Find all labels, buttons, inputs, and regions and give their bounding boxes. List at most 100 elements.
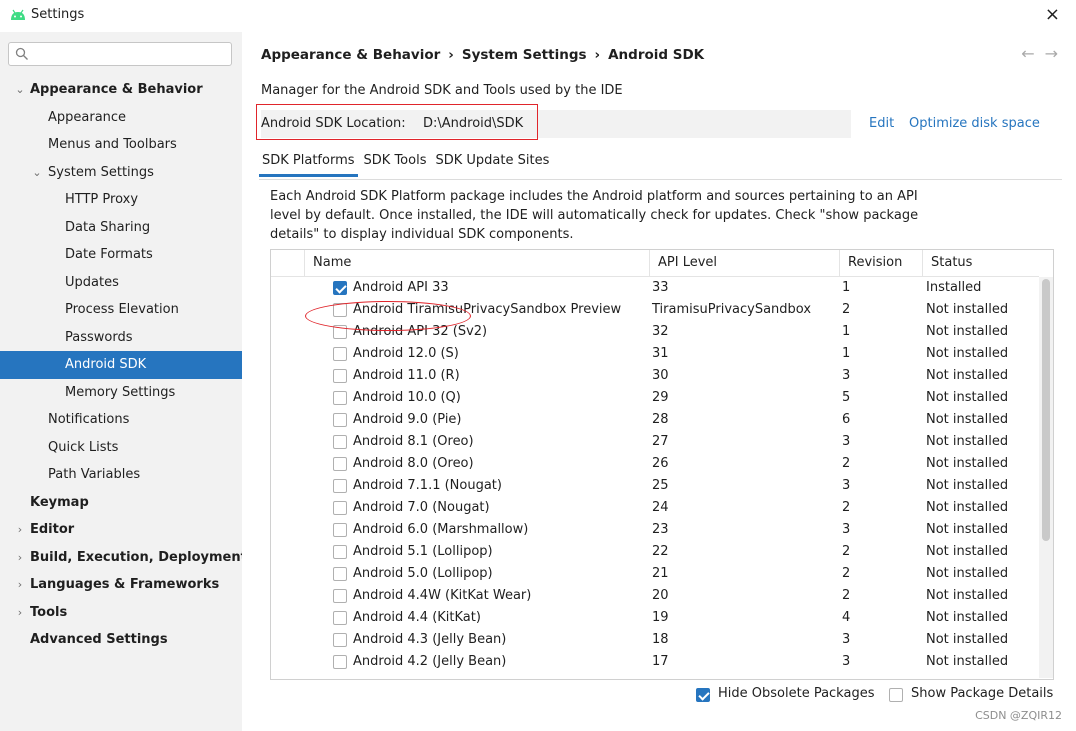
- chevron-right-icon[interactable]: ›: [14, 599, 26, 627]
- table-row[interactable]: Android 6.0 (Marshmallow) 23 3 Not installe…: [271, 519, 1039, 541]
- cell-api: 22: [652, 544, 669, 559]
- optimize-disk-space-link[interactable]: Optimize disk space: [909, 116, 1040, 131]
- sdk-tabs: SDK Platforms SDK Tools SDK Update Sites: [259, 150, 555, 178]
- sidebar-item-data-sharing[interactable]: Data Sharing: [0, 214, 242, 242]
- sidebar-item-editor[interactable]: › Editor: [0, 516, 242, 544]
- chevron-down-icon[interactable]: ⌄: [14, 76, 26, 104]
- cell-api: 33: [652, 280, 669, 295]
- cell-api: 32: [652, 324, 669, 339]
- cell-name: Android 5.1 (Lollipop): [353, 544, 493, 559]
- table-row[interactable]: Android 8.0 (Oreo) 26 2 Not installed: [271, 453, 1039, 475]
- package-checkbox[interactable]: [333, 655, 347, 669]
- sidebar-item-quick-lists[interactable]: Quick Lists: [0, 434, 242, 462]
- column-header-api-level[interactable]: API Level: [649, 250, 839, 276]
- sidebar-item-build-execution-deployment[interactable]: › Build, Execution, Deployment: [0, 544, 247, 572]
- edit-link[interactable]: Edit: [869, 116, 894, 131]
- table-row[interactable]: Android 8.1 (Oreo) 27 3 Not installed: [271, 431, 1039, 453]
- sidebar-item-label: Quick Lists: [48, 439, 119, 455]
- cell-name: Android 8.0 (Oreo): [353, 456, 474, 471]
- sidebar-item-process-elevation[interactable]: Process Elevation: [0, 296, 242, 324]
- show-details-option[interactable]: Show Package Details: [889, 686, 1053, 702]
- cell-rev: 2: [842, 500, 851, 515]
- package-checkbox[interactable]: [333, 545, 347, 559]
- table-row[interactable]: Android 5.0 (Lollipop) 21 2 Not installed: [271, 563, 1039, 585]
- sidebar-item-label: System Settings: [48, 164, 154, 180]
- package-checkbox[interactable]: [333, 369, 347, 383]
- table-row[interactable]: Android 9.0 (Pie) 28 6 Not installed: [271, 409, 1039, 431]
- show-details-checkbox[interactable]: [889, 688, 903, 702]
- sidebar-item-system-settings[interactable]: ⌄ System Settings: [0, 159, 242, 187]
- table-row[interactable]: Android 10.0 (Q) 29 5 Not installed: [271, 387, 1039, 409]
- sidebar-item-advanced-settings[interactable]: Advanced Settings: [0, 626, 242, 654]
- settings-search[interactable]: [8, 42, 232, 66]
- sidebar-item-tools[interactable]: › Tools: [0, 599, 242, 627]
- cell-rev: 3: [842, 434, 851, 449]
- package-checkbox[interactable]: [333, 413, 347, 427]
- sidebar-item-keymap[interactable]: Keymap: [0, 489, 242, 517]
- sidebar-item-appearance[interactable]: Appearance: [0, 104, 242, 132]
- column-header-revision[interactable]: Revision: [839, 250, 922, 276]
- cell-rev: 5: [842, 390, 851, 405]
- table-row[interactable]: Android 5.1 (Lollipop) 22 2 Not installed: [271, 541, 1039, 563]
- tab-sdk-platforms[interactable]: SDK Platforms: [259, 150, 358, 177]
- cell-rev: 3: [842, 632, 851, 647]
- sidebar-item-languages-frameworks[interactable]: › Languages & Frameworks: [0, 571, 242, 599]
- table-row[interactable]: Android 12.0 (S) 31 1 Not installed: [271, 343, 1039, 365]
- chevron-right-icon[interactable]: ›: [14, 544, 26, 572]
- tab-sdk-update-sites[interactable]: SDK Update Sites: [432, 150, 552, 174]
- table-row[interactable]: Android 11.0 (R) 30 3 Not installed: [271, 365, 1039, 387]
- table-row[interactable]: Android 7.1.1 (Nougat) 25 3 Not installed: [271, 475, 1039, 497]
- package-checkbox[interactable]: [333, 479, 347, 493]
- sidebar-item-appearance-behavior[interactable]: ⌄ Appearance & Behavior: [0, 76, 242, 104]
- table-row[interactable]: Android 4.3 (Jelly Bean) 18 3 Not installed: [271, 629, 1039, 651]
- tabs-divider: [259, 179, 1062, 180]
- forward-arrow-icon[interactable]: →: [1045, 44, 1058, 63]
- package-checkbox[interactable]: [333, 611, 347, 625]
- column-header-status[interactable]: Status: [922, 250, 1039, 276]
- cell-rev: 1: [842, 280, 851, 295]
- package-checkbox[interactable]: [333, 633, 347, 647]
- breadcrumb-item-appearance-behavior[interactable]: Appearance & Behavior: [261, 47, 440, 63]
- chevron-down-icon[interactable]: ⌄: [31, 159, 43, 187]
- cell-status: Not installed: [926, 324, 1009, 339]
- breadcrumb-item-system-settings[interactable]: System Settings: [462, 47, 587, 63]
- sidebar-item-http-proxy[interactable]: HTTP Proxy: [0, 186, 242, 214]
- package-checkbox[interactable]: [333, 391, 347, 405]
- sidebar-item-notifications[interactable]: Notifications: [0, 406, 242, 434]
- tab-sdk-tools[interactable]: SDK Tools: [361, 150, 430, 174]
- search-input[interactable]: [35, 45, 229, 65]
- package-checkbox[interactable]: [333, 589, 347, 603]
- package-checkbox[interactable]: [333, 501, 347, 515]
- package-checkbox[interactable]: [333, 523, 347, 537]
- cell-name: Android 4.4 (KitKat): [353, 610, 481, 625]
- cell-rev: 3: [842, 478, 851, 493]
- sidebar-item-passwords[interactable]: Passwords: [0, 324, 242, 352]
- cell-rev: 1: [842, 324, 851, 339]
- hide-obsolete-option[interactable]: Hide Obsolete Packages: [696, 686, 874, 702]
- package-checkbox[interactable]: [333, 435, 347, 449]
- package-checkbox[interactable]: [333, 567, 347, 581]
- table-row[interactable]: Android 7.0 (Nougat) 24 2 Not installed: [271, 497, 1039, 519]
- package-checkbox[interactable]: [333, 457, 347, 471]
- table-scrollbar[interactable]: [1039, 277, 1053, 678]
- table-row[interactable]: Android 4.4W (KitKat Wear) 20 2 Not install…: [271, 585, 1039, 607]
- sidebar-item-android-sdk[interactable]: Android SDK: [0, 351, 242, 379]
- table-row[interactable]: Android 4.4 (KitKat) 19 4 Not installed: [271, 607, 1039, 629]
- table-row[interactable]: Android 4.2 (Jelly Bean) 17 3 Not installed: [271, 651, 1039, 673]
- scrollbar-thumb[interactable]: [1042, 279, 1050, 541]
- package-checkbox[interactable]: [333, 347, 347, 361]
- cell-status: Not installed: [926, 566, 1009, 581]
- sidebar-item-updates[interactable]: Updates: [0, 269, 242, 297]
- chevron-right-icon[interactable]: ›: [14, 516, 26, 544]
- table-row[interactable]: Android API 33 33 1 Installed: [271, 277, 1039, 299]
- sidebar-item-menus-and-toolbars[interactable]: Menus and Toolbars: [0, 131, 242, 159]
- hide-obsolete-checkbox[interactable]: [696, 688, 710, 702]
- sidebar-item-date-formats[interactable]: Date Formats: [0, 241, 242, 269]
- chevron-right-icon[interactable]: ›: [14, 571, 26, 599]
- column-header-name[interactable]: Name: [304, 250, 649, 276]
- sidebar-item-memory-settings[interactable]: Memory Settings: [0, 379, 242, 407]
- sidebar-item-path-variables[interactable]: Path Variables: [0, 461, 242, 489]
- back-arrow-icon[interactable]: ←: [1021, 44, 1034, 63]
- package-checkbox[interactable]: [333, 281, 347, 295]
- close-icon[interactable]: ×: [1045, 4, 1060, 25]
